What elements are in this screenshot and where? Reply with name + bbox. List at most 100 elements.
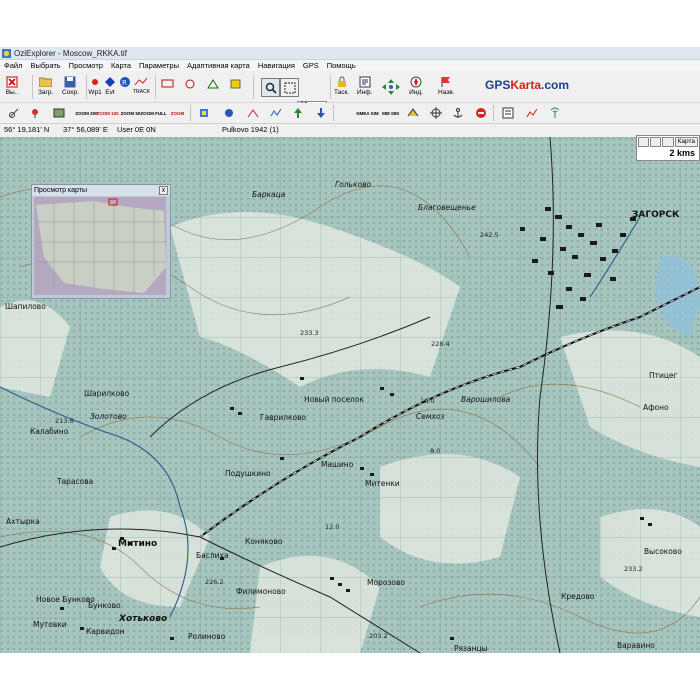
exit-button[interactable]: Вы.. [5,75,19,96]
anchor-button[interactable] [450,105,465,121]
indicator-button[interactable]: Инд. [409,75,423,96]
menu-file[interactable]: Файл [0,61,26,70]
menu-select[interactable]: Выбрать [26,61,64,70]
save-button[interactable]: Сохр. [62,75,79,96]
draw-button-3[interactable] [206,76,221,92]
map-label: Ахтырка [6,517,40,526]
map-label: Морозово [367,578,405,587]
map-label: Митино [118,539,158,549]
info-button[interactable]: Инф. [357,75,372,96]
map-label: Мутовки [33,620,67,629]
elevation-mark: 213.6 [55,417,74,425]
overview-window[interactable]: Просмотр карты x [31,184,171,299]
track-label: TRACK [133,89,150,95]
map-label: Новое Бунково [36,595,95,604]
pin-icon [31,109,38,118]
scale-toggle-button[interactable] [662,137,674,147]
toolbar-separator [32,75,33,99]
route-icon: R [118,75,132,88]
exit-icon [5,75,19,88]
track-button[interactable]: TRACK [133,75,150,95]
antenna-icon [550,107,559,118]
elevation-mark: 8.0 [430,447,441,455]
gps-wp-button[interactable] [221,105,236,121]
elevation-mark: 233.3 [300,329,319,337]
map-label: Кредово [561,592,595,601]
gps-tool-button[interactable] [6,105,21,121]
download-icon [316,108,325,118]
map-label: Высоково [644,547,682,556]
draw-icon [207,79,219,89]
zoom-50-label: ZOOM 50 [120,110,141,116]
move-arrows-button[interactable] [380,77,402,97]
map-label: Подушкино [225,469,271,478]
mm-sim-button[interactable]: MM SIM [382,105,399,121]
gps-rte-button[interactable] [245,105,260,121]
overview-close-button[interactable]: x [159,186,168,195]
menu-settings[interactable]: Параметры [135,61,183,70]
waypoint-label: Wp1 [88,89,102,96]
menu-help[interactable]: Помощь [323,61,360,70]
select-area-button[interactable] [280,78,299,97]
route-button[interactable]: R [118,75,132,88]
toolbar-separator [253,75,254,99]
gps-trk-button[interactable] [268,105,283,121]
stop-button[interactable] [473,105,488,121]
zoom-full-button[interactable]: ZOOM FULL [140,105,166,121]
properties-button[interactable] [500,105,515,121]
gps-download-button[interactable] [313,105,328,121]
map-label: Шарилково [84,389,130,398]
crosshair-button[interactable] [428,105,443,121]
overview-title: Просмотр карты [34,187,87,194]
waypoint-button[interactable]: Wp1 [88,75,102,96]
graph-icon [526,108,537,118]
names-button[interactable]: Назв. [438,75,454,96]
zoom-100-button[interactable]: ZOOM 100 [96,105,118,121]
menu-map[interactable]: Карта [107,61,135,70]
map-label: Коняково [245,537,283,546]
task-button[interactable]: Таск. [334,75,349,96]
graph-button[interactable] [524,105,539,121]
toolbar-separator [333,105,334,121]
draw-button-1[interactable] [160,76,175,92]
gps-wp-icon [224,109,233,117]
track-icon [134,75,148,88]
zoom-50-button[interactable]: ZOOM 50 [120,105,141,121]
scale-print-button[interactable] [650,137,662,147]
brand-logo: GPSKarta.com [485,78,570,92]
waypoint-icon [88,75,102,88]
indicator-label: Инд. [409,89,423,96]
map-mode-button[interactable]: Карта [674,137,699,147]
properties-icon [502,107,513,119]
zoom-200-button[interactable]: ZOOM 200 [75,105,97,121]
map-label: Птицег [649,371,678,380]
menu-adaptive-map[interactable]: Адаптивная карта [183,61,254,70]
zoom-200-label: ZOOM 200 [75,110,98,116]
info-icon [358,75,372,88]
moving-map-button[interactable] [405,105,420,121]
zoom-button[interactable]: ZOOM [170,105,185,121]
gps-track-icon [270,108,281,117]
elevation-mark: 12.0 [325,523,340,531]
event-button[interactable]: Evt [103,75,117,96]
gps-connect-button[interactable] [196,105,211,121]
mm-sim-label: MM SIM [382,110,399,116]
map-tool-button[interactable] [27,105,42,121]
map-label: Золотово [90,412,127,421]
draw-button-4[interactable] [228,76,243,92]
menu-gps[interactable]: GPS [299,61,323,70]
app-icon [2,48,11,58]
map-view-button[interactable] [51,105,66,121]
nmea-sim-button[interactable]: NMEA SIM [356,105,378,121]
scale-save-button[interactable] [638,137,650,147]
magnify-button[interactable] [261,78,280,97]
secondary-toolbar: ZOOM 200 ZOOM 100 ZOOM 50 ZOOM FULL ZOOM… [0,103,700,124]
menu-view[interactable]: Просмотр [65,61,107,70]
gps-upload-button[interactable] [290,105,305,121]
map-label: Митенки [365,479,400,488]
menu-navigation[interactable]: Навигация [254,61,299,70]
draw-button-2[interactable] [183,76,198,92]
antenna-button[interactable] [547,105,562,121]
load-button[interactable]: Загр. [38,75,53,96]
overview-map[interactable] [34,197,166,295]
